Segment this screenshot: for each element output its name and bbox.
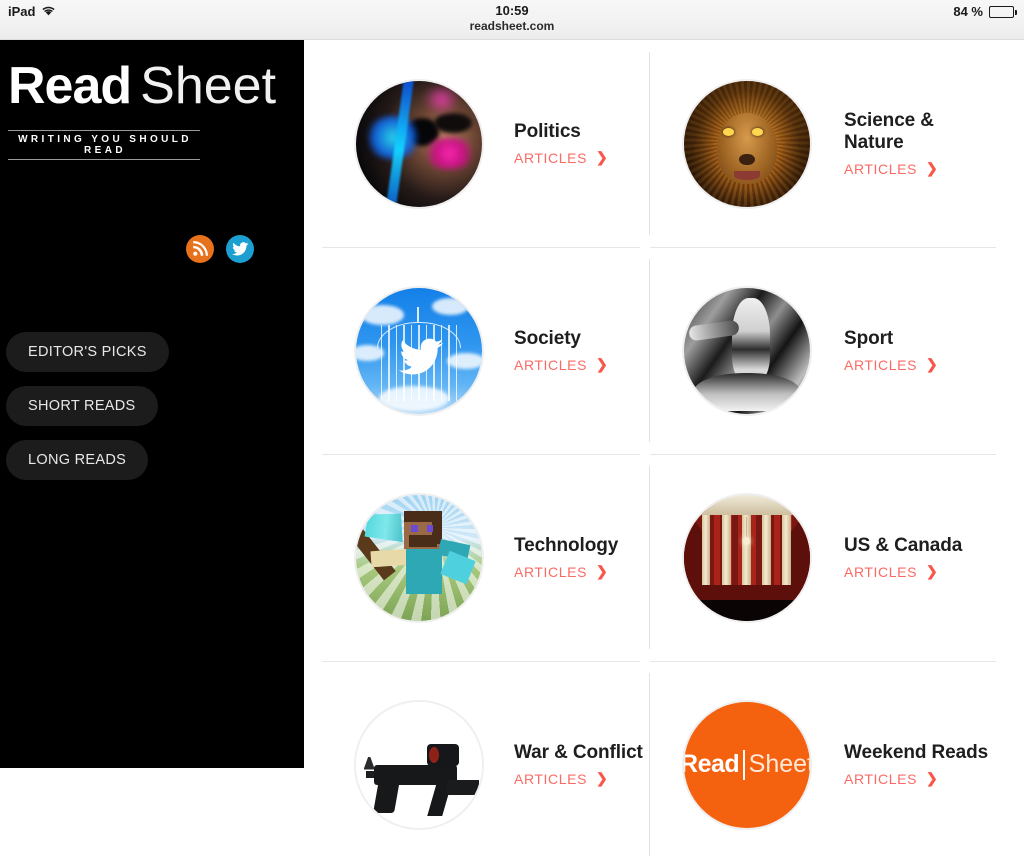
category-title: Sport: [844, 328, 894, 349]
category-title: Science & Nature: [844, 110, 934, 153]
sidebar-item-label: EDITOR'S PICKS: [28, 344, 147, 360]
us-canada-thumbnail[interactable]: [682, 492, 812, 623]
sidebar-filter-pills: EDITOR'S PICKS SHORT READS LONG READS: [6, 332, 304, 494]
category-card-science-nature[interactable]: Science & Nature ARTICLES ❯: [650, 40, 1024, 247]
articles-link[interactable]: ARTICLES ❯: [514, 563, 618, 580]
weekend-reads-thumbnail[interactable]: Read Sheet: [682, 699, 812, 830]
sidebar-item-label: LONG READS: [28, 452, 127, 468]
articles-link[interactable]: ARTICLES ❯: [844, 563, 962, 580]
chevron-right-icon: ❯: [926, 563, 939, 579]
chevron-right-icon: ❯: [596, 563, 609, 579]
twitter-button[interactable]: [226, 235, 254, 263]
politics-thumbnail[interactable]: [354, 78, 484, 209]
logo-secondary-text: Sheet: [748, 750, 812, 778]
status-bar-center: 10:59 readsheet.com: [0, 3, 1024, 34]
articles-label: ARTICLES: [514, 770, 588, 787]
sidebar-item-label: SHORT READS: [28, 398, 136, 414]
chevron-right-icon: ❯: [596, 356, 609, 372]
sidebar: Read Sheet WRITING YOU SHOULD READ EDITO…: [0, 40, 304, 768]
logo-primary-text: Read: [682, 750, 740, 778]
site-logo[interactable]: Read Sheet WRITING YOU SHOULD READ: [8, 57, 276, 160]
articles-label: ARTICLES: [844, 770, 918, 787]
category-card-war-conflict[interactable]: War & Conflict ARTICLES ❯: [304, 661, 650, 868]
articles-label: ARTICLES: [844, 356, 918, 373]
articles-link[interactable]: ARTICLES ❯: [514, 356, 608, 373]
sport-thumbnail[interactable]: [682, 285, 812, 416]
category-card-weekend-reads[interactable]: Read Sheet Weekend Reads ARTICLES ❯: [650, 661, 1024, 868]
category-title: US & Canada: [844, 535, 963, 556]
twitter-icon: [231, 242, 249, 256]
sidebar-item-long-reads[interactable]: LONG READS: [6, 440, 149, 480]
category-grid: Politics ARTICLES ❯ Science & Nature ART: [304, 40, 1024, 868]
ios-status-bar: iPad 10:59 readsheet.com 84 %: [0, 0, 1024, 40]
page-url: readsheet.com: [469, 19, 555, 33]
articles-link[interactable]: ARTICLES ❯: [844, 160, 994, 177]
clock: 10:59: [495, 3, 529, 18]
content-area: Politics ARTICLES ❯ Science & Nature ART: [304, 40, 1024, 856]
articles-label: ARTICLES: [514, 149, 588, 166]
articles-link[interactable]: ARTICLES ❯: [844, 770, 988, 787]
logo-divider-bar: [743, 749, 745, 780]
logo-primary-text: Read: [8, 57, 132, 115]
chevron-right-icon: ❯: [596, 770, 609, 786]
logo-tagline: WRITING YOU SHOULD READ: [8, 130, 200, 160]
articles-label: ARTICLES: [514, 356, 588, 373]
chevron-right-icon: ❯: [596, 149, 609, 165]
chevron-right-icon: ❯: [926, 356, 939, 372]
rss-button[interactable]: [186, 235, 214, 263]
rss-icon: [192, 241, 208, 257]
category-card-sport[interactable]: Sport ARTICLES ❯: [650, 247, 1024, 454]
articles-link[interactable]: ARTICLES ❯: [844, 356, 938, 373]
category-title: Technology: [514, 535, 619, 556]
war-conflict-thumbnail[interactable]: [354, 699, 484, 830]
category-title: Weekend Reads: [844, 742, 989, 763]
chevron-right-icon: ❯: [926, 770, 939, 786]
society-thumbnail[interactable]: [354, 285, 484, 416]
sidebar-item-short-reads[interactable]: SHORT READS: [6, 386, 158, 426]
category-title: War & Conflict: [514, 742, 643, 763]
category-card-technology[interactable]: Technology ARTICLES ❯: [304, 454, 650, 661]
articles-label: ARTICLES: [844, 160, 918, 177]
articles-link[interactable]: ARTICLES ❯: [514, 770, 643, 787]
category-title: Politics: [514, 121, 581, 142]
technology-thumbnail[interactable]: [354, 492, 484, 623]
articles-label: ARTICLES: [844, 563, 918, 580]
status-bar-right: 84 %: [953, 4, 1017, 19]
category-card-politics[interactable]: Politics ARTICLES ❯: [304, 40, 650, 247]
category-card-us-canada[interactable]: US & Canada ARTICLES ❯: [650, 454, 1024, 661]
category-card-society[interactable]: Society ARTICLES ❯: [304, 247, 650, 454]
logo-secondary-text: Sheet: [140, 57, 277, 115]
sidebar-item-editors-picks[interactable]: EDITOR'S PICKS: [6, 332, 169, 372]
battery-icon: [989, 5, 1017, 18]
logo-wordmark: Read Sheet: [8, 57, 276, 128]
articles-link[interactable]: ARTICLES ❯: [514, 149, 608, 166]
battery-percent-label: 84 %: [953, 4, 983, 19]
science-nature-thumbnail[interactable]: [682, 78, 812, 209]
social-links: [186, 235, 254, 263]
articles-label: ARTICLES: [514, 563, 588, 580]
category-title: Society: [514, 328, 581, 349]
readsheet-logo-mark: Read Sheet: [682, 749, 812, 780]
chevron-right-icon: ❯: [926, 160, 939, 176]
